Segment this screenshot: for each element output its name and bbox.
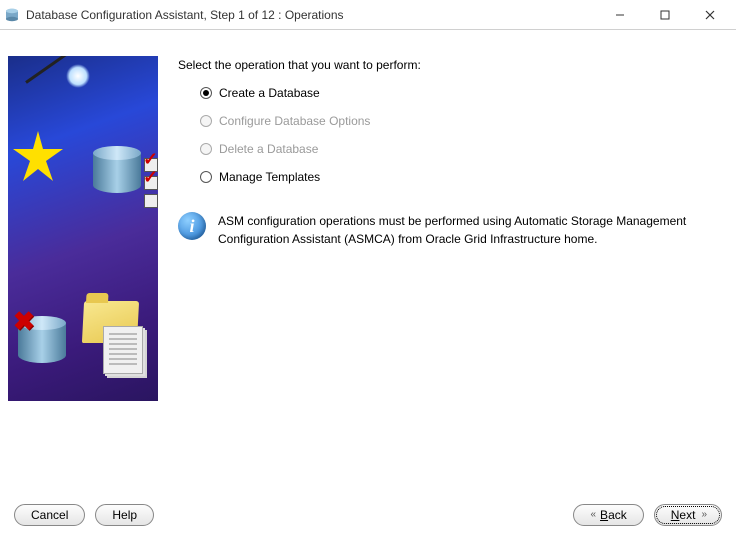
radio-label: Manage Templates	[219, 170, 320, 184]
help-button[interactable]: Help	[95, 504, 154, 526]
radio-label: Configure Database Options	[219, 114, 370, 128]
titlebar: Database Configuration Assistant, Step 1…	[0, 0, 736, 30]
main-panel: Select the operation that you want to pe…	[178, 36, 728, 495]
info-note: i ASM configuration operations must be p…	[178, 212, 728, 248]
content-area: ✓ ✓ ✖ Select the operation that you want…	[0, 30, 736, 495]
app-icon	[4, 7, 20, 23]
radio-manage-templates[interactable]: Manage Templates	[200, 170, 728, 184]
radio-create-database[interactable]: Create a Database	[200, 86, 728, 100]
window-controls	[597, 1, 732, 29]
wizard-illustration: ✓ ✓ ✖	[8, 56, 158, 401]
window-title: Database Configuration Assistant, Step 1…	[26, 8, 597, 22]
cancel-button[interactable]: Cancel	[14, 504, 85, 526]
radio-delete-database: Delete a Database	[200, 142, 728, 156]
operation-radio-group: Create a Database Configure Database Opt…	[178, 86, 728, 184]
radio-icon	[200, 87, 212, 99]
instruction-text: Select the operation that you want to pe…	[178, 58, 728, 72]
button-label: Next	[671, 508, 696, 522]
radio-label: Create a Database	[219, 86, 320, 100]
chevron-left-icon: «	[590, 509, 594, 520]
info-icon: i	[178, 212, 206, 240]
chevron-right-icon: »	[701, 509, 705, 520]
button-label: Cancel	[31, 508, 68, 522]
radio-configure-database-options: Configure Database Options	[200, 114, 728, 128]
button-bar: Cancel Help « Back Next »	[0, 495, 736, 539]
radio-icon	[200, 115, 212, 127]
info-text: ASM configuration operations must be per…	[218, 212, 718, 248]
radio-label: Delete a Database	[219, 142, 318, 156]
button-label: Back	[600, 508, 627, 522]
button-label: Help	[112, 508, 137, 522]
maximize-button[interactable]	[642, 1, 687, 29]
radio-icon	[200, 171, 212, 183]
wizard-image-panel: ✓ ✓ ✖	[8, 56, 158, 495]
radio-icon	[200, 143, 212, 155]
back-button[interactable]: « Back	[573, 504, 643, 526]
minimize-button[interactable]	[597, 1, 642, 29]
close-button[interactable]	[687, 1, 732, 29]
next-button[interactable]: Next »	[654, 504, 722, 526]
